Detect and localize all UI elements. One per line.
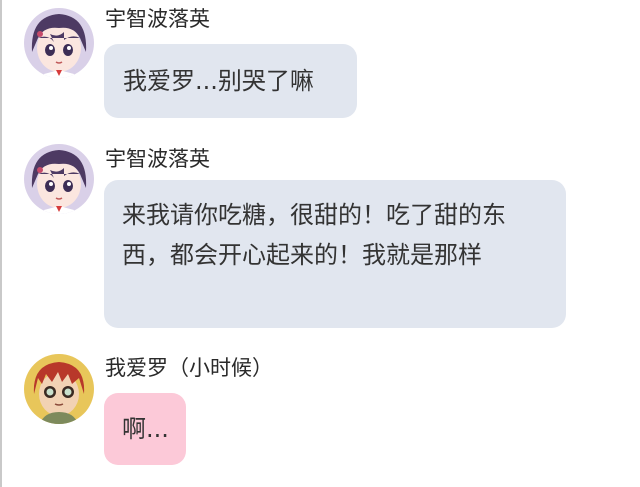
sender-name: 宇智波落英 bbox=[105, 147, 210, 171]
message-bubble[interactable]: 我爱罗...别哭了嘛 bbox=[104, 44, 357, 118]
message-bubble[interactable]: 来我请你吃糖，很甜的！吃了甜的东西，都会开心起来的！我就是那样 bbox=[104, 180, 566, 328]
chat-message: 宇智波落英 来我请你吃糖，很甜的！吃了甜的东西，都会开心起来的！我就是那样 bbox=[0, 135, 640, 335]
chat-message: 宇智波落英 我爱罗...别哭了嘛 bbox=[0, 0, 640, 130]
sender-name: 宇智波落英 bbox=[105, 7, 210, 31]
chat-message: 我爱罗（小时候） 啊... bbox=[0, 343, 640, 487]
sender-name: 我爱罗（小时候） bbox=[105, 356, 273, 380]
anime-girl-purple-hair-icon[interactable] bbox=[24, 8, 94, 78]
message-bubble[interactable]: 啊... bbox=[104, 393, 186, 465]
anime-girl-purple-hair-icon[interactable] bbox=[24, 144, 94, 214]
gaara-child-red-hair-icon[interactable] bbox=[24, 354, 94, 424]
